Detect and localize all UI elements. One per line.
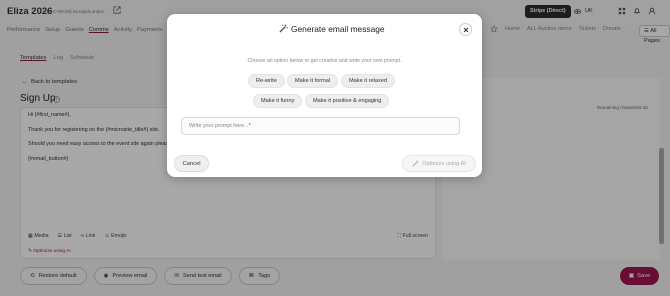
prompt-input[interactable]: Write your prompt here...*	[181, 117, 460, 135]
prompt-placeholder: Write your prompt here...	[189, 123, 249, 129]
option-make-funny[interactable]: Make it funny	[253, 94, 303, 108]
close-button[interactable]	[459, 23, 472, 36]
optimize-label: Optimize using AI	[422, 160, 466, 167]
close-icon	[463, 27, 468, 32]
generate-email-modal: Generate email message Choose an option …	[167, 14, 482, 177]
magic-wand-icon	[279, 24, 288, 33]
required-marker: *	[248, 123, 251, 129]
modal-title: Generate email message	[291, 24, 385, 34]
cancel-button[interactable]: Cancel	[174, 155, 209, 172]
option-positive-engaging[interactable]: Make it positive & engaging	[305, 94, 390, 108]
optimize-using-ai-button[interactable]: Optimize using AI	[402, 155, 476, 172]
option-rewrite[interactable]: Re-write	[248, 74, 285, 88]
modal-header: Generate email message	[167, 14, 482, 45]
magic-wand-icon	[412, 160, 420, 167]
option-make-relaxed[interactable]: Make it relaxed	[341, 74, 395, 88]
modal-instructions: Choose an option below or get creative a…	[247, 58, 402, 64]
option-make-formal[interactable]: Make it formal	[287, 74, 339, 88]
